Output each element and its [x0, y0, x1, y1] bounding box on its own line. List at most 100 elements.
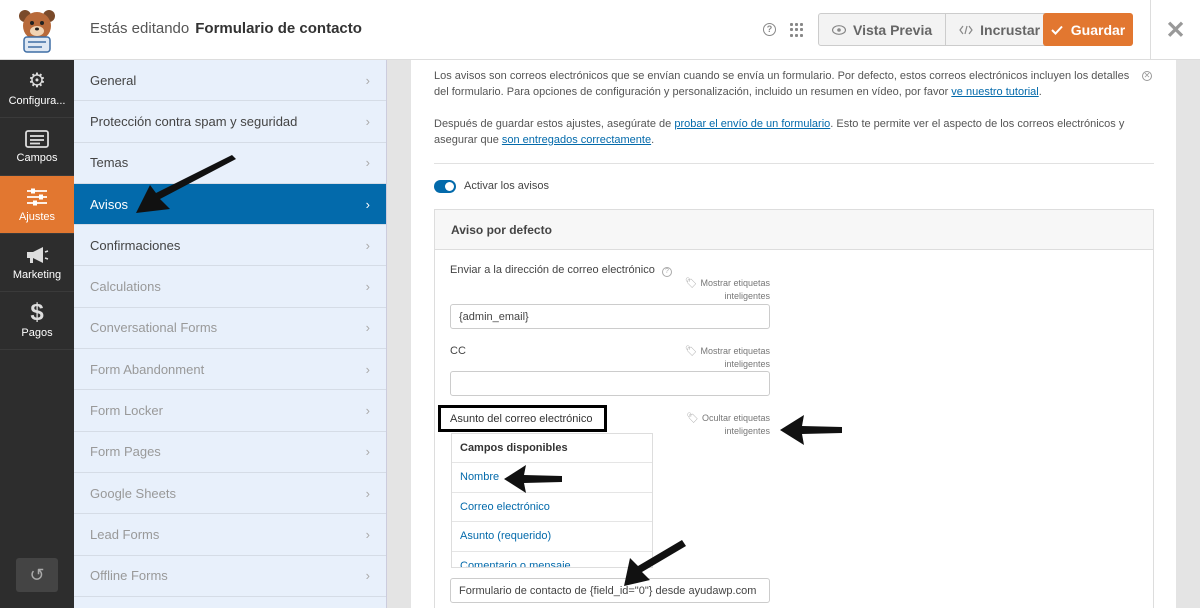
nav-item-settings[interactable]: Ajustes: [0, 176, 74, 234]
menu-item-google-sheets[interactable]: Google Sheets ›: [74, 473, 386, 515]
chevron-right-icon: ›: [365, 72, 370, 88]
chevron-right-icon: ›: [365, 568, 370, 584]
notification-title[interactable]: Aviso por defecto: [435, 210, 1153, 250]
menu-item-form-locker[interactable]: Form Locker ›: [74, 390, 386, 432]
show-smart-tags-link[interactable]: 🏷 Mostrar etiquetas inteligentes: [660, 345, 770, 371]
nav-item-setup[interactable]: ⚙ Configura...: [0, 60, 74, 118]
menu-item-conversational-forms[interactable]: Conversational Forms ›: [74, 308, 386, 350]
save-button[interactable]: Guardar: [1043, 13, 1133, 46]
menu-item-calculations[interactable]: Calculations ›: [74, 266, 386, 308]
delivery-link[interactable]: son entregados correctamente: [502, 134, 651, 146]
menu-item-lead-forms[interactable]: Lead Forms ›: [74, 514, 386, 556]
fields-icon: [25, 129, 49, 148]
chevron-right-icon: ›: [365, 361, 370, 377]
question-circle-icon[interactable]: ?: [661, 267, 672, 277]
cc-label: CC: [450, 345, 466, 357]
menu-item-label: Form Pages: [90, 444, 161, 460]
smart-tags-text: Ocultar etiquetas inteligentes: [701, 413, 770, 436]
cc-input[interactable]: [450, 371, 770, 396]
menu-item-label: Protección contra spam y seguridad: [90, 113, 298, 129]
preview-button[interactable]: Vista Previa: [819, 14, 945, 45]
nav-item-marketing[interactable]: Marketing: [0, 234, 74, 292]
send-to-value: {admin_email}: [459, 310, 529, 323]
dismiss-notice-icon[interactable]: ✕: [1142, 71, 1152, 81]
menu-item-form-pages[interactable]: Form Pages ›: [74, 432, 386, 473]
send-to-label: Enviar a la dirección de correo electrón…: [450, 264, 672, 277]
annotation-arrow-icon: [780, 415, 842, 445]
chevron-right-icon: ›: [365, 279, 370, 295]
subject-input[interactable]: Formulario de contacto de {field_id="0"}…: [450, 578, 770, 603]
menu-item-label: Conversational Forms: [90, 320, 218, 336]
notice-paragraph-1: Los avisos son correos electrónicos que …: [434, 68, 1134, 100]
eye-icon: [832, 24, 846, 35]
menu-item-label: Confirmaciones: [90, 237, 181, 253]
smart-tags-text: Mostrar etiquetas inteligentes: [700, 278, 770, 301]
nav-item-payments[interactable]: $ Pagos: [0, 292, 74, 350]
wpforms-logo: [0, 0, 74, 60]
bear-logo-icon: [19, 10, 55, 53]
show-smart-tags-link[interactable]: 🏷 Mostrar etiquetas inteligentes: [660, 277, 770, 303]
tag-icon: 🏷: [684, 278, 698, 289]
menu-item-offline-forms[interactable]: Offline Forms ›: [74, 556, 386, 597]
form-name: Formulario de contacto: [195, 20, 362, 37]
chevron-right-icon: ›: [365, 444, 370, 460]
available-fields-title: Campos disponibles: [452, 434, 652, 463]
close-button[interactable]: ✕: [1150, 0, 1200, 60]
close-icon: ✕: [1165, 16, 1186, 44]
nav-label: Campos: [16, 151, 58, 164]
annotation-arrow-icon: [504, 465, 562, 493]
chevron-right-icon: ›: [365, 403, 370, 419]
code-icon: [959, 25, 973, 34]
menu-item-label: General: [90, 72, 137, 88]
toggle-label: Activar los avisos: [464, 180, 549, 192]
test-submission-link[interactable]: probar el envío de un formulario: [674, 118, 830, 130]
field-option[interactable]: Correo electrónico: [452, 493, 652, 522]
menu-item-label: Lead Forms: [90, 526, 160, 542]
chevron-right-icon: ›: [365, 320, 370, 336]
notice-paragraph-2: Después de guardar estos ajustes, asegúr…: [434, 116, 1134, 148]
left-nav: ⚙ Configura... Campos Ajustes Marketing …: [0, 60, 74, 608]
chevron-right-icon: ›: [365, 237, 370, 253]
embed-button[interactable]: Incrustar: [945, 14, 1053, 45]
nav-label: Ajustes: [18, 210, 56, 223]
editing-prefix: Estás editando: [90, 20, 190, 37]
tutorial-link[interactable]: ve nuestro tutorial: [951, 86, 1038, 98]
chevron-right-icon: ›: [365, 113, 370, 129]
notice-text: .: [651, 134, 655, 146]
revisions-button[interactable]: ↺: [16, 558, 58, 592]
editing-title: Estás editando Formulario de contacto: [90, 20, 362, 37]
smart-tags-text: Mostrar etiquetas inteligentes: [700, 346, 770, 369]
notice-text: Después de guardar estos ajustes, asegúr…: [434, 118, 675, 130]
notice-text: .: [1038, 86, 1042, 98]
menu-item-spam[interactable]: Protección contra spam y seguridad ›: [74, 101, 386, 143]
nav-label: Marketing: [12, 268, 62, 281]
subject-value: Formulario de contacto de {field_id="0"}…: [459, 584, 757, 597]
menu-item-label: Avisos: [90, 196, 129, 212]
embed-label: Incrustar: [980, 21, 1041, 38]
menu-item-label: Form Abandonment: [90, 361, 205, 377]
subject-label-highlight: Asunto del correo electrónico: [438, 405, 607, 432]
nav-item-fields[interactable]: Campos: [0, 118, 74, 176]
notifications-notice: Los avisos son correos electrónicos que …: [434, 68, 1134, 148]
save-label: Guardar: [1070, 21, 1126, 38]
menu-item-label: Google Sheets: [90, 485, 177, 501]
annotation-arrow-icon: [136, 155, 236, 213]
preview-embed-group: Vista Previa Incrustar: [818, 13, 1055, 46]
menu-item-label: Offline Forms: [90, 568, 168, 584]
menu-item-label: Form Locker: [90, 403, 163, 419]
menu-item-form-abandonment[interactable]: Form Abandonment ›: [74, 349, 386, 391]
menu-item-label: Temas: [90, 155, 129, 171]
menu-item-general[interactable]: General ›: [74, 60, 386, 102]
subject-label: Asunto del correo electrónico: [450, 412, 593, 425]
question-circle-icon[interactable]: ?: [763, 23, 776, 36]
menu-item-label: Calculations: [90, 279, 161, 295]
dollar-icon: $: [30, 298, 44, 326]
chevron-right-icon: ›: [365, 196, 370, 212]
menu-item-confirmations[interactable]: Confirmaciones ›: [74, 225, 386, 267]
hide-smart-tags-link[interactable]: 🏷 Ocultar etiquetas inteligentes: [660, 412, 770, 438]
enable-notifications-toggle[interactable]: [434, 180, 456, 193]
settings-menu: General › Protección contra spam y seguri…: [74, 60, 387, 608]
chevron-right-icon: ›: [365, 485, 370, 501]
send-to-input[interactable]: {admin_email}: [450, 304, 770, 329]
grid-icon[interactable]: [790, 23, 804, 37]
